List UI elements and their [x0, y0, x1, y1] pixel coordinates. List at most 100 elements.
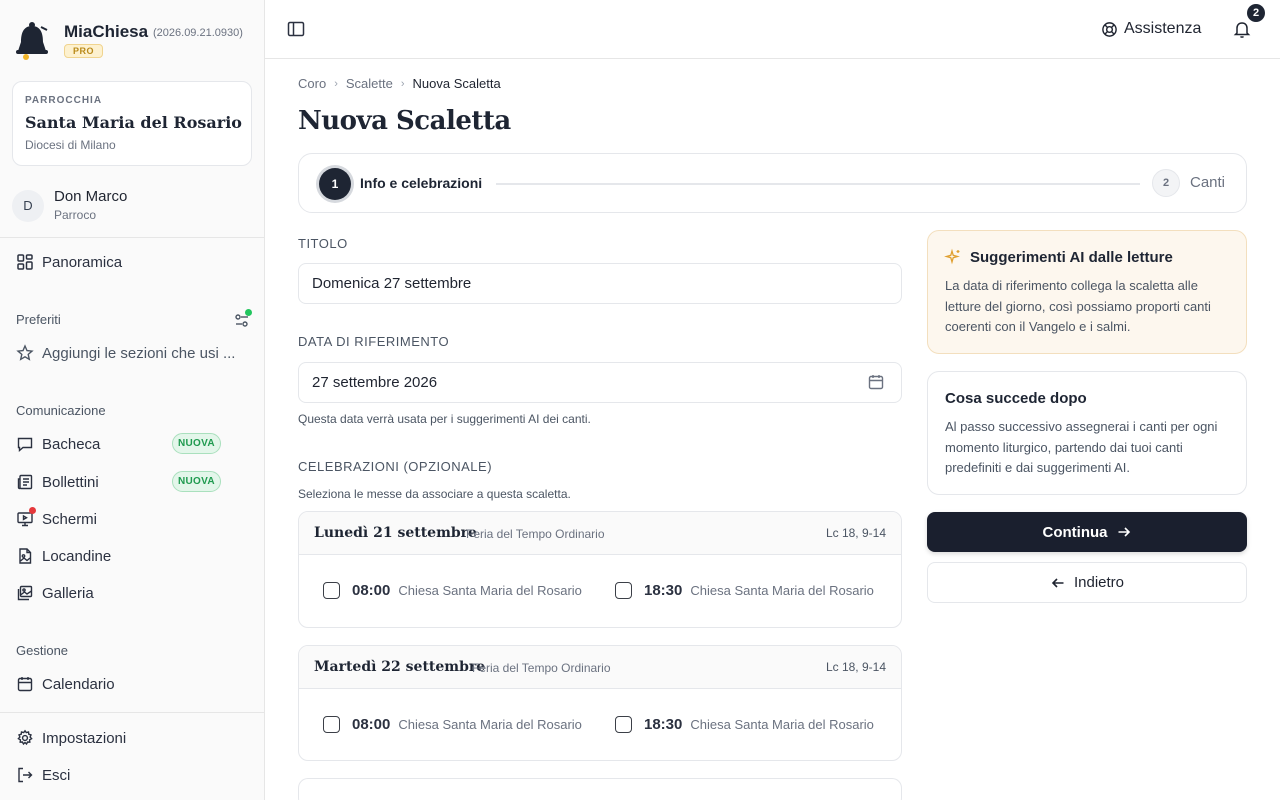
monitor-icon	[16, 507, 36, 528]
continue-button[interactable]: Continua	[927, 512, 1247, 552]
management-label: Gestione	[16, 643, 69, 658]
sidebar-item-esci[interactable]: Esci	[16, 760, 248, 790]
divider	[0, 712, 264, 713]
sidebar: MiaChiesa (2026.09.21.0930) PRO PARROCCH…	[0, 0, 265, 800]
grid-icon	[16, 253, 34, 271]
day-card: Martedì 22 settembre Feria del Tempo Ord…	[298, 645, 902, 761]
celebrations-hint: Seleziona le messe da associare a questa…	[298, 487, 571, 501]
chevron-right-icon: ›	[334, 77, 338, 90]
sidebar-item-schermi[interactable]: Schermi	[16, 504, 248, 534]
notification-count: 2	[1247, 4, 1265, 22]
breadcrumb-item-current: Nuova Scaletta	[412, 76, 501, 91]
day-reading: Lc 18, 9-14	[825, 526, 886, 540]
day-header: Martedì 22 settembre Feria del Tempo Ord…	[299, 646, 901, 689]
sparkles-icon	[944, 248, 960, 265]
back-button[interactable]: Indietro	[927, 562, 1247, 603]
mass-time: 18:30	[644, 582, 683, 599]
next-card-body: Al passo successivo assegnerai i canti p…	[945, 419, 1218, 475]
sidebar-item-impostazioni[interactable]: Impostazioni	[16, 723, 248, 753]
arrow-right-icon	[1118, 527, 1130, 537]
next-card-title: Cosa succede dopo	[945, 390, 1087, 407]
topbar: Assistenza 2	[265, 0, 1280, 59]
logout-icon	[16, 766, 34, 784]
mass-option[interactable]: 18:30 Chiesa Santa Maria del Rosario	[615, 716, 874, 733]
day-feria: Feria del Tempo Ordinario	[472, 661, 611, 675]
sidebar-item-galleria[interactable]: Galleria	[16, 578, 248, 608]
mass-checkbox[interactable]	[323, 582, 340, 599]
step-connector	[496, 183, 1140, 185]
main-content: Coro › Scalette › Nuova Scaletta Nuova S…	[265, 60, 1280, 800]
step-1-label[interactable]: Info e celebrazioni	[360, 175, 482, 191]
parish-label: PARROCCHIA	[25, 95, 103, 106]
new-badge: NUOVA	[172, 433, 221, 454]
sidebar-item-label: Bacheca	[42, 435, 101, 453]
parish-card[interactable]: PARROCCHIA Santa Maria del Rosario Dioce…	[12, 81, 252, 166]
mass-time: 18:30	[644, 716, 683, 733]
sidebar-item-calendario[interactable]: Calendario	[16, 669, 248, 699]
plan-badge: PRO	[64, 44, 104, 58]
help-label: Assistenza	[1124, 20, 1202, 37]
day-name: Lunedì 21 settembre	[314, 525, 477, 541]
day-reading: Lc 18, 9-14	[825, 660, 886, 674]
favorites-label: Preferiti	[16, 312, 61, 327]
sidebar-item-label: Calendario	[42, 675, 115, 693]
mass-option[interactable]: 08:00 Chiesa Santa Maria del Rosario	[323, 582, 582, 599]
mass-checkbox[interactable]	[323, 716, 340, 733]
gear-icon	[16, 729, 34, 747]
parish-name: Santa Maria del Rosario	[25, 113, 242, 132]
sidebar-item-label: Bollettini	[42, 473, 99, 491]
parish-diocese: Diocesi di Milano	[25, 138, 116, 152]
sidebar-item-label: Panoramica	[42, 253, 123, 271]
newspaper-icon	[16, 473, 34, 491]
user-name: Don Marco	[54, 188, 128, 205]
mass-place: Chiesa Santa Maria del Rosario	[398, 583, 582, 598]
help-button[interactable]: Assistenza	[1101, 18, 1201, 40]
user-profile[interactable]: D Don Marco Parroco	[12, 187, 252, 227]
step-2-number[interactable]: 2	[1152, 169, 1180, 197]
sliders-icon[interactable]	[233, 309, 252, 329]
sidebar-item-label: Galleria	[42, 584, 94, 602]
date-input[interactable]: 27 settembre 2026	[298, 362, 902, 403]
sidebar-item-panoramica[interactable]: Panoramica	[16, 247, 248, 277]
divider	[0, 237, 264, 238]
bell-icon	[1233, 22, 1251, 38]
sidebar-item-label: Aggiungi le sezioni che usi ...	[42, 344, 236, 362]
message-icon	[16, 435, 34, 453]
mass-option[interactable]: 08:00 Chiesa Santa Maria del Rosario	[323, 716, 582, 733]
sidebar-item-label: Esci	[42, 766, 71, 784]
breadcrumb-item-scalette[interactable]: Scalette	[346, 76, 393, 91]
ai-card-body: La data di riferimento collega la scalet…	[945, 278, 1211, 334]
ai-card-title: Suggerimenti AI dalle letture	[970, 249, 1173, 266]
title-input[interactable]: Domenica 27 settembre	[298, 263, 902, 304]
day-card-partial	[298, 778, 902, 800]
mass-checkbox[interactable]	[615, 582, 632, 599]
mass-checkbox[interactable]	[615, 716, 632, 733]
next-steps-card: Cosa succede dopo Al passo successivo as…	[927, 371, 1247, 495]
notifications-button[interactable]: 2	[1231, 4, 1265, 40]
date-label: DATA DI RIFERIMENTO	[298, 334, 450, 349]
day-feria: Feria del Tempo Ordinario	[466, 527, 605, 541]
sidebar-toggle-icon[interactable]	[285, 18, 307, 40]
mass-place: Chiesa Santa Maria del Rosario	[690, 717, 874, 732]
day-name: Martedì 22 settembre	[314, 659, 486, 675]
status-dot	[245, 309, 252, 316]
mass-place: Chiesa Santa Maria del Rosario	[690, 583, 874, 598]
step-2-label[interactable]: Canti	[1190, 174, 1225, 191]
sidebar-item-add-favorites[interactable]: Aggiungi le sezioni che usi ...	[16, 338, 248, 368]
brand[interactable]: MiaChiesa (2026.09.21.0930) PRO	[14, 18, 254, 62]
notification-dot	[29, 507, 36, 514]
mass-time: 08:00	[352, 582, 391, 599]
step-1-number[interactable]: 1	[319, 168, 351, 200]
sidebar-item-label: Locandine	[42, 547, 112, 565]
sidebar-item-locandine[interactable]: Locandine	[16, 541, 248, 571]
breadcrumb-item-coro[interactable]: Coro	[298, 76, 326, 91]
sidebar-item-bollettini[interactable]: Bollettini NUOVA	[16, 467, 248, 497]
sidebar-item-bacheca[interactable]: Bacheca NUOVA	[16, 429, 248, 459]
chevron-right-icon: ›	[400, 77, 405, 90]
day-card: Lunedì 21 settembre Feria del Tempo Ordi…	[298, 511, 902, 628]
page-title: Nuova Scaletta	[298, 106, 511, 136]
mass-option[interactable]: 18:30 Chiesa Santa Maria del Rosario	[615, 582, 874, 599]
calendar-icon[interactable]	[867, 373, 885, 391]
app-name: MiaChiesa	[64, 22, 149, 41]
continue-label: Continua	[1042, 523, 1108, 541]
